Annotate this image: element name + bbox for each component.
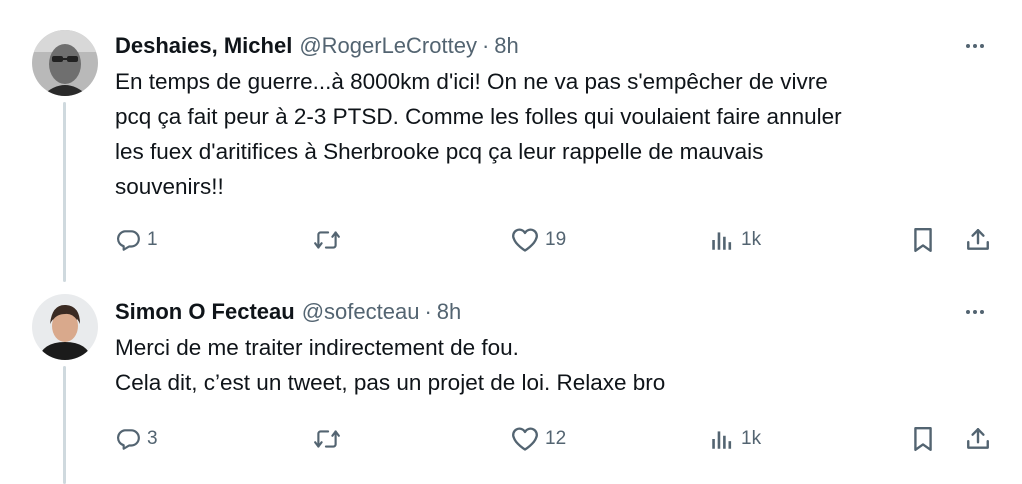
views-count: 1k <box>741 229 762 250</box>
tweet[interactable]: Deshaies, Michel @RogerLeCrottey · 8h En… <box>0 0 1022 280</box>
reply-button[interactable]: 3 <box>115 424 158 454</box>
tweet-header: Simon O Fecteau @sofecteau · 8h <box>115 297 461 327</box>
retweet-icon <box>314 231 340 249</box>
share-icon <box>967 428 989 449</box>
retweet-button[interactable] <box>313 424 341 454</box>
separator-dot: · <box>481 33 490 58</box>
action-bar: 3 12 1k <box>115 424 995 454</box>
timestamp[interactable]: 8h <box>494 33 518 59</box>
bookmark-button[interactable] <box>911 424 935 454</box>
like-count: 12 <box>545 428 567 449</box>
retweet-icon <box>314 430 340 448</box>
reply-count: 3 <box>147 428 158 449</box>
bookmark-icon <box>914 227 932 253</box>
share-icon <box>967 229 989 250</box>
reply-icon <box>117 230 140 251</box>
retweet-button[interactable] <box>313 225 341 255</box>
views-button[interactable]: 1k <box>709 424 761 454</box>
author-name[interactable]: Simon O Fecteau <box>115 299 295 325</box>
views-icon <box>712 232 732 250</box>
views-icon <box>712 431 732 449</box>
like-button[interactable]: 12 <box>511 424 566 454</box>
author-handle[interactable]: @RogerLeCrottey <box>299 33 477 59</box>
tweet[interactable]: Simon O Fecteau @sofecteau · 8h Merci de… <box>0 280 1022 484</box>
reply-icon <box>117 429 140 450</box>
author-handle[interactable]: @sofecteau <box>302 299 420 325</box>
tweet-text: Merci de me traiter indirectement de fou… <box>115 335 666 395</box>
share-button[interactable] <box>965 424 991 454</box>
action-bar: 1 19 1k <box>115 225 995 255</box>
bookmark-button[interactable] <box>911 225 935 255</box>
tweet-text: En temps de guerre...à 8000km d'ici! On … <box>115 69 842 199</box>
views-count: 1k <box>741 428 762 449</box>
views-button[interactable]: 1k <box>709 225 761 255</box>
like-count: 19 <box>545 229 567 250</box>
author-name[interactable]: Deshaies, Michel <box>115 33 292 59</box>
reply-button[interactable]: 1 <box>115 225 158 255</box>
more-icon[interactable] <box>960 300 990 324</box>
more-icon[interactable] <box>960 34 990 58</box>
timestamp[interactable]: 8h <box>437 299 461 325</box>
tweet-header: Deshaies, Michel @RogerLeCrottey · 8h <box>115 31 519 61</box>
bookmark-icon <box>914 426 932 452</box>
like-icon <box>512 228 538 252</box>
separator-dot: · <box>424 299 432 324</box>
like-button[interactable]: 19 <box>511 225 566 255</box>
avatar[interactable] <box>32 30 98 96</box>
reply-count: 1 <box>147 229 158 250</box>
share-button[interactable] <box>965 225 991 255</box>
avatar[interactable] <box>32 294 98 360</box>
like-icon <box>512 427 538 451</box>
